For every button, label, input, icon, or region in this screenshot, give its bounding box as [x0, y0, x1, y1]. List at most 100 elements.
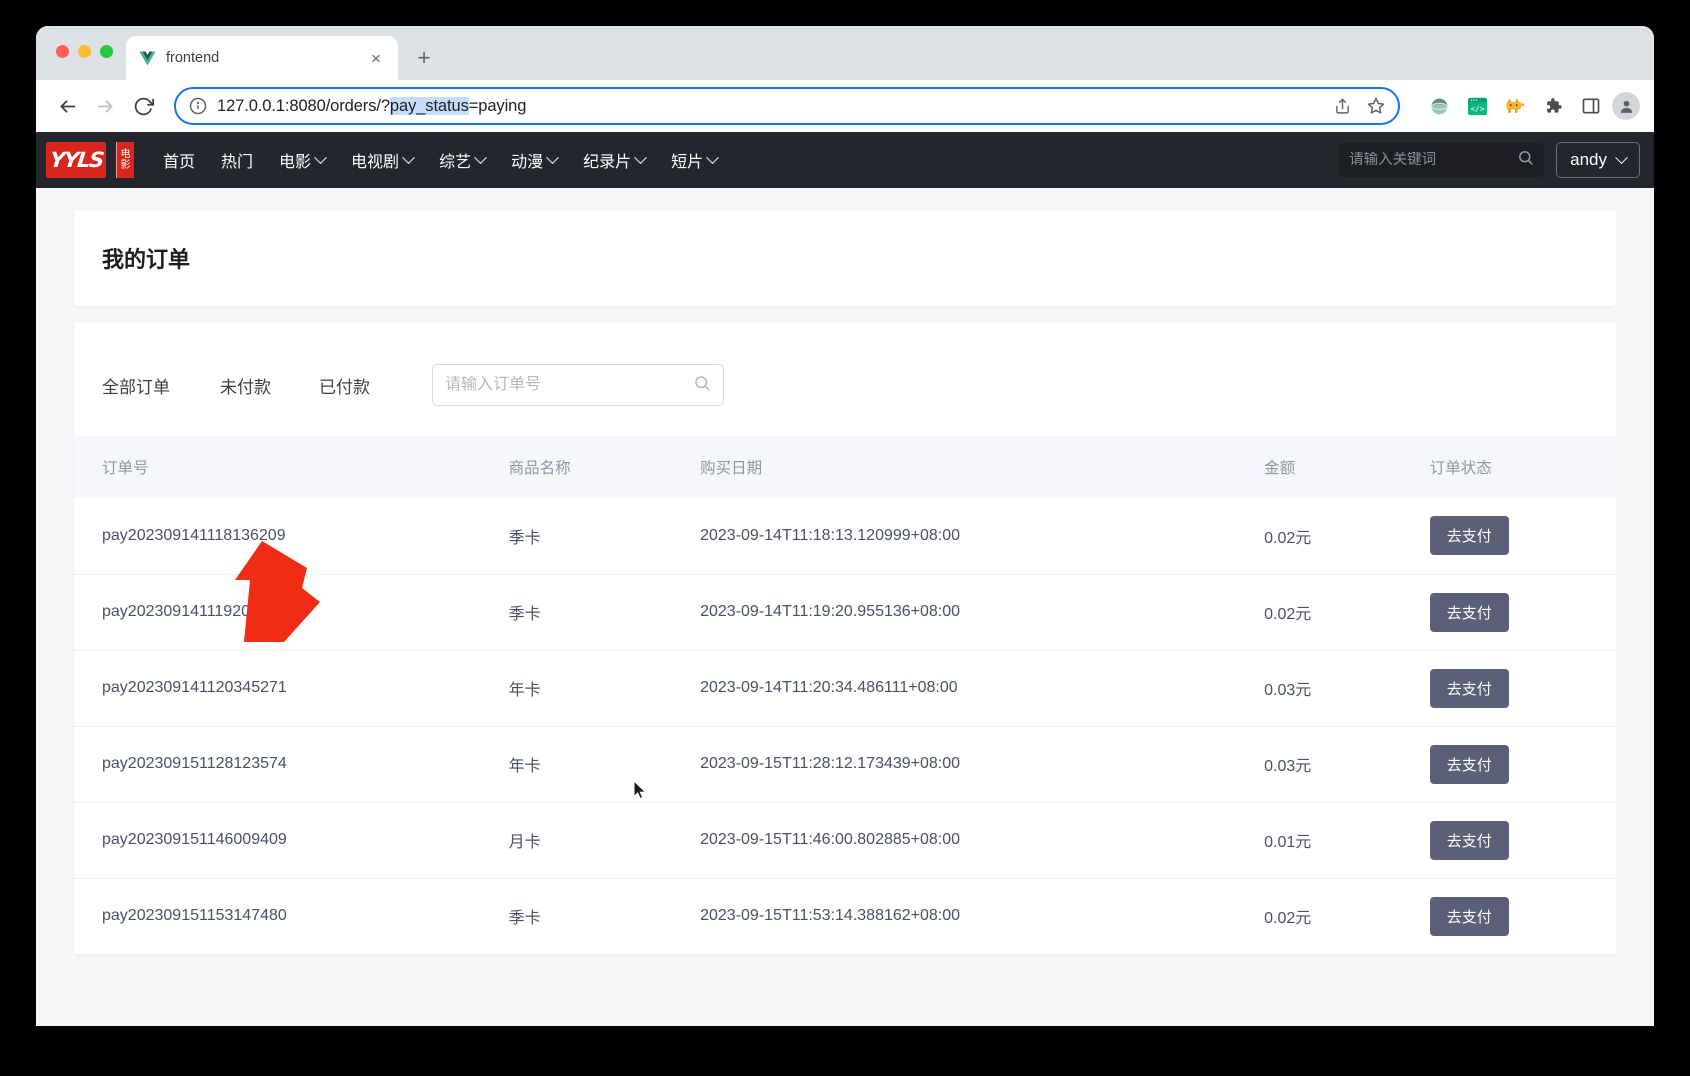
- browser-tab[interactable]: frontend ×: [126, 36, 398, 80]
- cat-extension-icon[interactable]: [1504, 95, 1526, 117]
- extensions-puzzle-icon[interactable]: [1542, 95, 1564, 117]
- header-order-status: 订单状态: [1429, 460, 1492, 477]
- nav-item-hot[interactable]: 热门: [208, 132, 266, 188]
- nav-item-movies[interactable]: 电影: [266, 132, 338, 188]
- filter-tab-paid[interactable]: 已付款: [319, 373, 398, 398]
- cell-amount: 0.02元: [1264, 878, 1430, 955]
- extension-icons: </>: [1414, 95, 1602, 117]
- cell-order-id: pay202309141120345271: [74, 650, 509, 727]
- url-text: 127.0.0.1:8080/orders/?pay_status=paying: [217, 96, 1322, 116]
- user-menu-button[interactable]: andy: [1556, 142, 1640, 178]
- sphere-extension-icon[interactable]: [1428, 95, 1450, 117]
- order-search-input[interactable]: [445, 376, 693, 394]
- new-tab-button[interactable]: +: [408, 42, 440, 74]
- chevron-down-icon: [402, 150, 415, 164]
- pay-button[interactable]: 去支付: [1429, 592, 1509, 632]
- close-tab-button[interactable]: ×: [366, 48, 386, 68]
- code-window-extension-icon[interactable]: </>: [1466, 95, 1488, 117]
- orders-filter-row: 全部订单 未付款 已付款: [74, 322, 1616, 436]
- profile-avatar[interactable]: [1612, 92, 1640, 120]
- search-icon[interactable]: [693, 374, 711, 397]
- site-logo-text: YYLS: [48, 148, 104, 172]
- cell-order-status: 去支付: [1429, 498, 1616, 575]
- reload-button[interactable]: [126, 89, 160, 123]
- cell-purchase-date: 2023-09-14T11:19:20.955136+08:00: [700, 574, 1265, 651]
- site-nav: 首页 热门 电影 电视剧 综艺 动漫 纪录片 短片: [150, 132, 1339, 188]
- url-prefix: 127.0.0.1:8080/orders/?: [217, 96, 390, 115]
- site-logo-cn-bottom: 影: [120, 160, 131, 171]
- order-search-box[interactable]: [432, 364, 724, 406]
- chevron-down-icon: [474, 150, 487, 164]
- orders-table: 订单号 商品名称 购买日期 金额 订单状态 pay202309141118136…: [74, 436, 1616, 955]
- cell-product-name: 季卡: [508, 574, 701, 651]
- forward-button[interactable]: [88, 89, 122, 123]
- pay-button[interactable]: 去支付: [1429, 516, 1509, 556]
- table-row: pay202309151153147480 季卡 2023-09-15T11:5…: [74, 878, 1616, 955]
- nav-item-tv-series[interactable]: 电视剧: [338, 132, 426, 188]
- cell-purchase-date: 2023-09-15T11:53:14.388162+08:00: [700, 878, 1265, 955]
- chevron-down-icon: [634, 150, 647, 164]
- search-icon[interactable]: [1517, 149, 1534, 171]
- pay-button[interactable]: 去支付: [1429, 820, 1509, 860]
- minimize-window-button[interactable]: [78, 45, 91, 58]
- user-name: andy: [1570, 150, 1607, 169]
- site-logo-cn: 电 影: [116, 142, 134, 178]
- cell-purchase-date: 2023-09-15T11:46:00.802885+08:00: [700, 802, 1265, 879]
- header-amount: 金额: [1264, 460, 1296, 477]
- chevron-down-icon: [314, 150, 327, 164]
- pay-button[interactable]: 去支付: [1429, 896, 1509, 936]
- table-row: pay202309151128123574 年卡 2023-09-15T11:2…: [74, 726, 1616, 803]
- site-logo[interactable]: YYLS: [46, 142, 106, 178]
- maximize-window-button[interactable]: [100, 45, 113, 58]
- cell-amount: 0.02元: [1264, 574, 1430, 651]
- filter-tab-all-orders[interactable]: 全部订单: [102, 373, 198, 398]
- nav-label: 电视剧: [351, 154, 400, 171]
- site-search-input[interactable]: [1349, 152, 1518, 168]
- table-row: pay202309141119205368 季卡 2023-09-14T11:1…: [74, 574, 1616, 651]
- cell-amount: 0.01元: [1264, 802, 1430, 879]
- browser-toolbar: 127.0.0.1:8080/orders/?pay_status=paying: [36, 80, 1654, 132]
- cell-order-id: pay202309141119205368: [74, 574, 509, 651]
- cell-product-name: 年卡: [508, 726, 701, 803]
- cell-amount: 0.03元: [1264, 650, 1430, 727]
- address-bar[interactable]: 127.0.0.1:8080/orders/?pay_status=paying: [174, 87, 1400, 125]
- nav-label: 短片: [671, 154, 704, 171]
- pay-button[interactable]: 去支付: [1429, 668, 1509, 708]
- site-search-box[interactable]: [1339, 143, 1545, 177]
- nav-label: 动漫: [511, 154, 544, 171]
- url-highlighted-param: pay_status: [389, 96, 469, 115]
- vue-logo-icon: [138, 49, 156, 67]
- nav-item-shorts[interactable]: 短片: [658, 132, 730, 188]
- nav-label: 纪录片: [583, 154, 632, 171]
- page-content: 我的订单 全部订单 未付款 已付款 请输入订单号 订单号 商品名称 购买日期 金…: [36, 188, 1654, 955]
- filter-tab-unpaid[interactable]: 未付款: [220, 373, 299, 398]
- site-info-icon[interactable]: [188, 97, 207, 116]
- orders-card: 全部订单 未付款 已付款 订: [74, 322, 1616, 955]
- svg-text:</>: </>: [1470, 104, 1484, 113]
- side-panel-icon[interactable]: [1580, 95, 1602, 117]
- url-suffix: =paying: [468, 96, 527, 115]
- site-logo-cn-top: 电: [120, 149, 131, 160]
- table-row: pay202309151146009409 月卡 2023-09-15T11:4…: [74, 802, 1616, 879]
- cell-order-id: pay202309141118136209: [74, 498, 509, 575]
- page-viewport: YYLS 电 影 首页 热门 电影 电视剧 综艺 动漫 纪录片 短片 请输入关键…: [36, 132, 1654, 1026]
- page-title-card: 我的订单: [74, 210, 1616, 306]
- site-header: YYLS 电 影 首页 热门 电影 电视剧 综艺 动漫 纪录片 短片 请输入关键…: [36, 132, 1654, 188]
- bookmark-star-icon[interactable]: [1366, 96, 1386, 116]
- nav-item-variety[interactable]: 综艺: [426, 132, 498, 188]
- nav-item-documentary[interactable]: 纪录片: [570, 132, 658, 188]
- cell-purchase-date: 2023-09-15T11:28:12.173439+08:00: [700, 726, 1265, 803]
- share-icon[interactable]: [1332, 96, 1352, 116]
- table-row: pay202309141118136209 季卡 2023-09-14T11:1…: [74, 498, 1616, 575]
- table-row: pay202309141120345271 年卡 2023-09-14T11:2…: [74, 650, 1616, 727]
- close-window-button[interactable]: [56, 45, 69, 58]
- back-button[interactable]: [50, 89, 84, 123]
- table-header-row: 订单号 商品名称 购买日期 金额 订单状态: [74, 436, 1616, 498]
- pay-button[interactable]: 去支付: [1429, 744, 1509, 784]
- cell-order-status: 去支付: [1429, 574, 1616, 651]
- nav-item-home[interactable]: 首页: [150, 132, 208, 188]
- nav-label: 首页: [163, 154, 196, 171]
- nav-item-anime[interactable]: 动漫: [498, 132, 570, 188]
- nav-label: 综艺: [439, 154, 472, 171]
- cell-order-status: 去支付: [1429, 802, 1616, 879]
